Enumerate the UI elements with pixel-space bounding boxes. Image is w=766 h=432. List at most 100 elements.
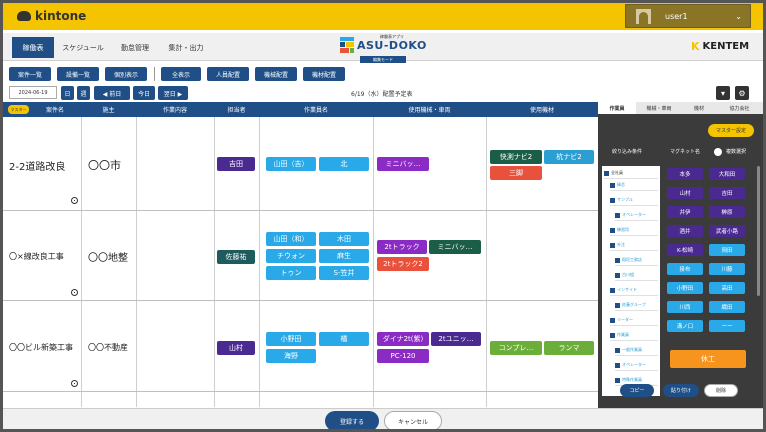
filter-item[interactable]: 練習用	[610, 225, 658, 236]
sidebar-tab-workers[interactable]: 作業員	[598, 102, 636, 114]
tab-attendance[interactable]: 勤怠管理	[113, 37, 157, 58]
multi-select-toggle[interactable]	[714, 148, 722, 156]
copy-button[interactable]: コピー	[620, 384, 654, 397]
case-list-button[interactable]: 案件一覧	[9, 67, 51, 81]
worker-tag[interactable]: 小野田	[266, 332, 316, 346]
magnet-item[interactable]: 溝ノ口	[667, 320, 703, 332]
equipment-tag[interactable]: コンプレ…	[490, 341, 542, 355]
machine-tag[interactable]: ミニバッ…	[377, 157, 429, 171]
filter-item[interactable]: リーダー	[610, 315, 658, 326]
equipment-tag[interactable]: 快測ナビ2	[490, 150, 542, 164]
machine-tag[interactable]: 2tトラック2	[377, 257, 429, 271]
filter-item[interactable]: 稲垣工務店	[615, 255, 658, 266]
magnet-item[interactable]: 川藤	[709, 263, 745, 275]
case-name[interactable]: 〇〇ビル新築工事	[9, 342, 73, 353]
worker-tag[interactable]: 麻生	[319, 249, 369, 263]
worker-tag[interactable]: 橘	[319, 332, 369, 346]
leave-button[interactable]: 休工	[670, 350, 746, 368]
magnet-scrollbar[interactable]	[757, 166, 760, 296]
equipment-tag[interactable]: 三脚	[490, 166, 542, 180]
magnet-item[interactable]: 本多	[667, 168, 703, 180]
map-pin-icon[interactable]	[71, 380, 78, 387]
magnet-item[interactable]: 酒井	[667, 225, 703, 237]
filter-item[interactable]: 古川組	[615, 270, 658, 281]
filter-item[interactable]: 作業員	[610, 330, 658, 341]
day-view-button[interactable]: 日	[61, 86, 74, 100]
magnet-item[interactable]: 大和田	[709, 168, 745, 180]
magnet-item[interactable]: ーー	[709, 320, 745, 332]
dropdown-icon[interactable]: ▾	[716, 86, 730, 100]
filter-item[interactable]: 佐藤グループ	[615, 300, 658, 311]
prev-day-button[interactable]: ◀ 前日	[94, 86, 130, 100]
filter-item[interactable]: 棒芯	[610, 180, 658, 191]
filter-item[interactable]: 全社員	[604, 168, 658, 179]
filter-item[interactable]: 一般作業員	[615, 345, 658, 356]
map-pin-icon[interactable]	[71, 197, 78, 204]
machine-tag[interactable]: PC-120	[377, 349, 429, 363]
machine-tag[interactable]: 2tトラック	[377, 240, 427, 254]
magnet-item[interactable]: 岡田	[709, 244, 745, 256]
sidebar-tab-machines[interactable]: 機械・車両	[636, 102, 682, 114]
material-assign-button[interactable]: 機材配置	[303, 67, 345, 81]
worker-tag[interactable]: トゥン	[266, 266, 316, 280]
magnet-item[interactable]: 高田	[709, 282, 745, 294]
magnet-item[interactable]: 小野田	[667, 282, 703, 294]
magnet-item[interactable]: 川西	[667, 301, 703, 313]
filter-item[interactable]: オペレーター	[615, 360, 658, 371]
worker-tag[interactable]: 北	[319, 157, 369, 171]
filter-item[interactable]: 外注	[610, 240, 658, 251]
machine-tag[interactable]: ミニバッ…	[429, 240, 481, 254]
worker-tag[interactable]: S-笠井	[319, 266, 369, 280]
filter-item[interactable]: サンプル	[610, 195, 658, 206]
magnet-item[interactable]: 井伊	[667, 206, 703, 218]
today-button[interactable]: 今日	[133, 86, 155, 100]
week-view-button[interactable]: 週	[77, 86, 90, 100]
toolbar: 案件一覧 設備一覧 個別表示 全表示 人員配置 機械配置 機材配置	[3, 64, 763, 83]
filter-item[interactable]: インサイド	[610, 285, 658, 296]
worker-tag[interactable]: チウォン	[266, 249, 316, 263]
cancel-button[interactable]: キャンセル	[384, 411, 442, 429]
manager-tag[interactable]: 山村	[217, 341, 255, 355]
master-tag[interactable]: マスター	[8, 105, 29, 114]
tab-kadouhyou[interactable]: 稼働表	[12, 37, 54, 58]
equipment-list-button[interactable]: 設備一覧	[57, 67, 99, 81]
sidebar-tab-partners[interactable]: 協力会社	[716, 102, 763, 114]
magnet-item[interactable]: K-松崎	[667, 244, 703, 256]
individual-view-button[interactable]: 個別表示	[105, 67, 147, 81]
magnet-item[interactable]: 武者小路	[709, 225, 745, 237]
master-settings-button[interactable]: マスター設定	[708, 124, 754, 137]
magnet-item[interactable]: 織田	[709, 301, 745, 313]
magnet-item[interactable]: 掛布	[667, 263, 703, 275]
manager-tag[interactable]: 吉田	[217, 157, 255, 171]
worker-tag[interactable]: 山田（和）	[266, 232, 316, 246]
magnet-item[interactable]: 榊原	[709, 206, 745, 218]
machine-tag[interactable]: ダイナ2t(紫)	[377, 332, 429, 346]
worker-tag[interactable]: 山田（吉）	[266, 157, 316, 171]
gear-icon[interactable]: ⚙	[735, 86, 749, 100]
tab-schedule[interactable]: スケジュール	[58, 37, 108, 58]
tab-summary[interactable]: 集計・出力	[163, 37, 209, 58]
manager-tag[interactable]: 佐藤祐	[217, 250, 255, 264]
worker-tag[interactable]: 木田	[319, 232, 369, 246]
register-button[interactable]: 登録する	[325, 411, 379, 429]
show-all-button[interactable]: 全表示	[161, 67, 201, 81]
date-input[interactable]: 2024-06-19	[9, 86, 57, 99]
machine-assign-button[interactable]: 機械配置	[255, 67, 297, 81]
paste-button[interactable]: 貼り付け	[663, 384, 699, 397]
map-pin-icon[interactable]	[71, 289, 78, 296]
staff-assign-button[interactable]: 人員配置	[207, 67, 249, 81]
magnet-item[interactable]: 吉田	[709, 187, 745, 199]
worker-tag[interactable]: 海野	[266, 349, 316, 363]
filter-item[interactable]: オペレーター	[615, 210, 658, 221]
kintone-logo[interactable]: kintone	[17, 9, 86, 23]
sidebar-tab-materials[interactable]: 機材	[682, 102, 716, 114]
machine-tag[interactable]: 2tユニッ…	[431, 332, 481, 346]
magnet-item[interactable]: 山村	[667, 187, 703, 199]
delete-button[interactable]: 削除	[704, 384, 738, 397]
next-day-button[interactable]: 翌日 ▶	[158, 86, 188, 100]
case-name[interactable]: 〇×線改良工事	[9, 251, 64, 262]
case-name[interactable]: 2-2道路改良	[9, 158, 65, 173]
equipment-tag[interactable]: 杭ナビ2	[544, 150, 594, 164]
user-menu[interactable]: user1 ⌄	[625, 4, 751, 28]
equipment-tag[interactable]: ランマ	[544, 341, 594, 355]
